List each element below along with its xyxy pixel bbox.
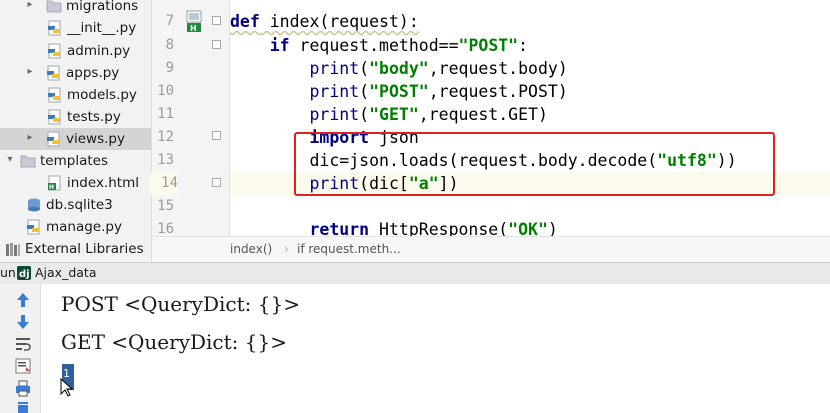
tree-item[interactable]: models.py <box>0 84 151 106</box>
fold-marker-import-end[interactable] <box>212 178 221 187</box>
python-file-icon <box>46 131 62 147</box>
tree-item-label: admin.py <box>67 43 131 59</box>
tree-item[interactable]: Hindex.html <box>0 172 151 194</box>
ide-window: ▸ migrations __init__.py admin.py ▸ apps.py mo… <box>0 0 830 413</box>
tree-item-label: tests.py <box>67 109 121 125</box>
tree-item[interactable]: manage.py <box>0 216 151 238</box>
code-line[interactable]: import json <box>230 126 830 149</box>
code-line[interactable]: return HttpResponse("OK") <box>230 218 830 236</box>
code-line[interactable]: print("body",request.body) <box>230 57 830 80</box>
folder-icon <box>46 0 62 14</box>
line-number: 8 <box>165 37 174 53</box>
python-file-icon <box>47 109 63 125</box>
tree-item-label: manage.py <box>46 219 122 235</box>
run-label-prefix: un <box>0 265 16 280</box>
fold-marker-import-start[interactable] <box>212 131 221 140</box>
breadcrumb: index() › if request.meth... <box>152 236 830 262</box>
code-line[interactable]: def index(request): <box>230 10 830 33</box>
line-number: 14 <box>150 172 178 195</box>
tree-item[interactable]: ▸ apps.py <box>0 62 151 84</box>
chevron-right-icon[interactable]: ▸ <box>24 131 36 145</box>
tree-item-label: migrations <box>66 0 139 14</box>
python-file-icon <box>46 65 62 81</box>
tree-item[interactable]: db.sqlite3 <box>0 194 151 216</box>
scroll-to-end-icon[interactable] <box>13 356 33 376</box>
tree-item[interactable]: ▸ migrations <box>0 0 151 17</box>
code-line[interactable]: print("POST",request.POST) <box>230 80 830 103</box>
breadcrumb-item-if[interactable]: if request.meth... <box>297 237 401 261</box>
tree-item-label: models.py <box>67 87 137 103</box>
tree-item-label: templates <box>40 153 108 169</box>
arrow-down-icon[interactable] <box>13 312 33 332</box>
soft-wrap-icon[interactable] <box>13 334 33 354</box>
tree-item-label: __init__.py <box>67 20 137 36</box>
python-file-icon <box>47 20 63 36</box>
library-icon <box>5 241 21 257</box>
python-file-icon <box>47 43 63 59</box>
tree-item-label: db.sqlite3 <box>46 197 113 213</box>
line-number: 10 <box>157 83 174 99</box>
tree-item[interactable]: ▸ views.py <box>0 128 151 150</box>
tree-item-label: views.py <box>66 131 125 147</box>
code-editor[interactable]: def index(request): if request.method=="… <box>230 0 830 236</box>
django-view-icon[interactable]: H <box>185 9 205 33</box>
mouse-pointer-icon <box>60 378 74 397</box>
fold-marker-if[interactable] <box>212 40 221 49</box>
run-tool-window-header: un dj Ajax_data <box>0 262 830 284</box>
line-number: 13 <box>157 152 174 168</box>
code-line[interactable]: if request.method=="POST": <box>230 34 830 57</box>
line-number: 12 <box>157 129 174 145</box>
tree-item[interactable]: External Libraries <box>0 238 151 260</box>
code-line[interactable] <box>230 195 830 218</box>
console-line: POST <QueryDict: {}> <box>61 292 300 316</box>
tree-item[interactable]: tests.py <box>0 106 151 128</box>
code-line-current[interactable]: print(dic["a"]) <box>230 172 830 195</box>
print-icon[interactable] <box>13 378 33 398</box>
python-file-icon <box>47 87 63 103</box>
code-line[interactable]: dic=json.loads(request.body.decode("utf8… <box>230 149 830 172</box>
line-number: 9 <box>165 60 174 76</box>
svg-text:H: H <box>49 184 54 191</box>
chevron-right-icon[interactable]: ▸ <box>24 0 36 12</box>
trash-icon[interactable] <box>13 400 33 413</box>
tree-item[interactable]: admin.py <box>0 40 151 62</box>
fold-marker-def[interactable] <box>212 16 221 25</box>
tree-item[interactable]: ▾ templates <box>0 150 151 172</box>
tree-item-label: apps.py <box>66 65 120 81</box>
folder-icon <box>20 153 36 169</box>
line-number: 15 <box>157 198 174 214</box>
django-run-icon: dj <box>17 266 31 280</box>
breadcrumb-separator: › <box>284 242 289 256</box>
python-file-icon <box>26 219 42 235</box>
svg-text:dj: dj <box>19 269 30 280</box>
chevron-down-icon[interactable]: ▾ <box>4 153 16 167</box>
run-config-title[interactable]: Ajax_data <box>35 263 97 283</box>
arrow-up-icon[interactable] <box>13 290 33 310</box>
database-icon <box>26 197 42 213</box>
tree-item[interactable]: __init__.py <box>0 17 151 39</box>
line-number: 11 <box>157 106 174 122</box>
svg-text:H: H <box>190 24 197 33</box>
chevron-right-icon[interactable]: ▸ <box>24 65 36 79</box>
line-number: 7 <box>165 13 174 29</box>
breadcrumb-item-function[interactable]: index() <box>230 237 272 261</box>
html-file-icon: H <box>47 175 63 191</box>
code-line[interactable]: print("GET",request.GET) <box>230 103 830 126</box>
project-tree: ▸ migrations __init__.py admin.py ▸ apps.py mo… <box>0 0 152 262</box>
console-line: GET <QueryDict: {}> <box>61 330 287 354</box>
run-toolbar <box>0 284 41 413</box>
tree-item-label: index.html <box>67 175 139 191</box>
tree-item-label: External Libraries <box>25 241 144 257</box>
